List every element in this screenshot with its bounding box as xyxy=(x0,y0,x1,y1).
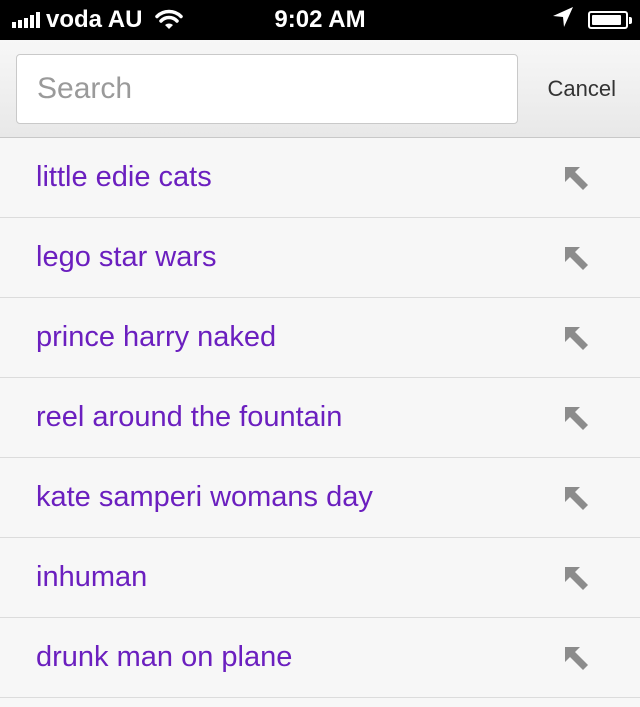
status-bar: voda AU 9:02 AM xyxy=(0,0,640,40)
suggestion-label: reel around the fountain xyxy=(36,401,343,433)
search-header: Cancel xyxy=(0,40,640,138)
suggestion-item[interactable]: prince harry naked xyxy=(0,298,640,378)
suggestion-label: prince harry naked xyxy=(36,321,277,353)
suggestion-label: lego star wars xyxy=(36,241,217,273)
wifi-icon xyxy=(154,9,184,31)
suggestion-label: kate samperi womans day xyxy=(36,481,373,513)
search-box[interactable] xyxy=(16,54,518,124)
suggestion-label: inhuman xyxy=(36,561,148,593)
cancel-button[interactable]: Cancel xyxy=(548,40,616,138)
arrow-up-left-icon[interactable] xyxy=(556,318,596,358)
search-input[interactable] xyxy=(37,72,517,106)
suggestion-item[interactable]: reel around the fountain xyxy=(0,378,640,458)
battery-icon xyxy=(588,11,632,29)
carrier-name: voda AU xyxy=(46,6,143,33)
arrow-up-left-icon[interactable] xyxy=(556,558,596,598)
arrow-up-left-icon[interactable] xyxy=(556,638,596,678)
location-arrow-icon xyxy=(552,6,574,35)
status-right xyxy=(552,0,632,40)
arrow-up-left-icon[interactable] xyxy=(556,478,596,518)
suggestion-list: little edie cats lego star wars prince h… xyxy=(0,138,640,698)
signal-icon xyxy=(12,12,40,28)
suggestion-item[interactable]: little edie cats xyxy=(0,138,640,218)
suggestion-label: drunk man on plane xyxy=(36,641,293,673)
suggestion-label: little edie cats xyxy=(36,161,212,193)
arrow-up-left-icon[interactable] xyxy=(556,398,596,438)
suggestion-item[interactable]: lego star wars xyxy=(0,218,640,298)
arrow-up-left-icon[interactable] xyxy=(556,238,596,278)
arrow-up-left-icon[interactable] xyxy=(556,158,596,198)
suggestion-item[interactable]: kate samperi womans day xyxy=(0,458,640,538)
status-left: voda AU xyxy=(12,0,184,40)
suggestion-item[interactable]: drunk man on plane xyxy=(0,618,640,698)
battery-level xyxy=(592,15,621,25)
suggestion-item[interactable]: inhuman xyxy=(0,538,640,618)
